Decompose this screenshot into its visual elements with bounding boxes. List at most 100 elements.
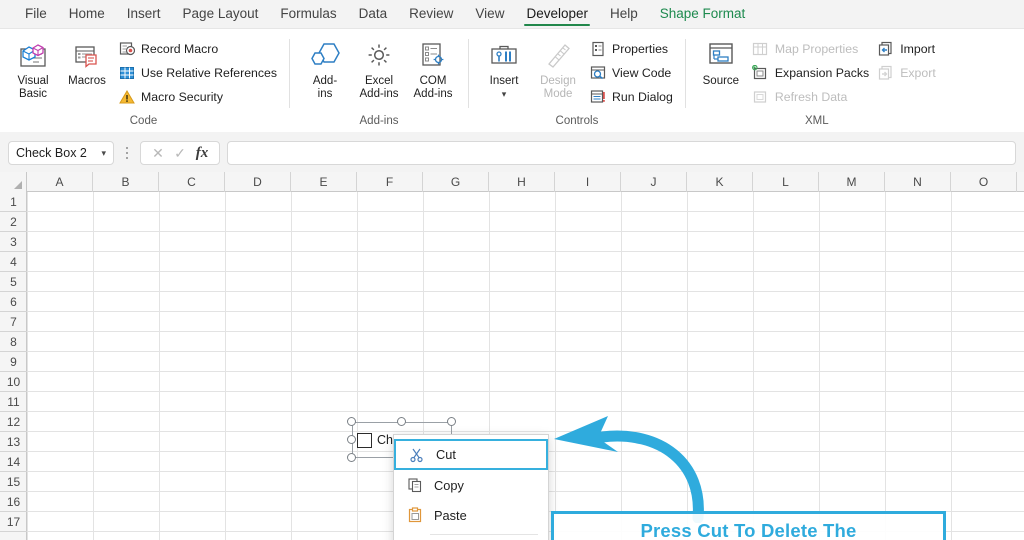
view-code-button[interactable]: View Code xyxy=(585,62,677,83)
row-header-15[interactable]: 15 xyxy=(0,472,27,492)
row-header-1[interactable]: 1 xyxy=(0,192,27,212)
row-header-10[interactable]: 10 xyxy=(0,372,27,392)
cancel-x-icon[interactable]: ✕ xyxy=(148,145,168,162)
tab-insert[interactable]: Insert xyxy=(116,1,172,27)
macros-button[interactable]: Macros xyxy=(60,36,114,88)
chevron-down-icon[interactable]: ▾ xyxy=(101,148,106,159)
column-header-I[interactable]: I xyxy=(555,172,621,192)
tab-formulas[interactable]: Formulas xyxy=(269,1,347,27)
export-button[interactable]: Export xyxy=(873,62,940,83)
chevron-down-icon[interactable]: ▾ xyxy=(502,89,507,99)
excel-add-ins-button[interactable]: Excel Add-ins xyxy=(352,36,406,101)
column-header-L[interactable]: L xyxy=(753,172,819,192)
selection-handle-3[interactable] xyxy=(347,435,356,444)
selection-handle-4[interactable] xyxy=(347,453,356,462)
row-header-12[interactable]: 12 xyxy=(0,412,27,432)
column-header-K[interactable]: K xyxy=(687,172,753,192)
tab-file[interactable]: File xyxy=(14,1,58,27)
formula-bar-options-button[interactable] xyxy=(118,146,136,160)
name-box[interactable]: Check Box 2 ▾ xyxy=(8,141,114,165)
com-add-ins-label: COM Add-ins xyxy=(413,75,453,100)
selection-handle-0[interactable] xyxy=(347,417,356,426)
tab-developer[interactable]: Developer xyxy=(515,1,599,27)
insert-control-icon xyxy=(488,39,520,73)
checkbox-box-icon[interactable] xyxy=(357,432,372,448)
row-header-column: 1 2 3 4 5 6 7 8 9 10 11 12 13 14 15 16 17 xyxy=(0,192,27,540)
tab-help[interactable]: Help xyxy=(599,1,649,27)
row-header-6[interactable]: 6 xyxy=(0,292,27,312)
row-header-5[interactable]: 5 xyxy=(0,272,27,292)
design-mode-button[interactable]: Design Mode xyxy=(531,36,585,101)
column-header-row: ABCDEFGHIJKLMNO xyxy=(0,172,1024,192)
grid-row-line xyxy=(27,211,1024,212)
use-relative-references-button[interactable]: Use Relative References xyxy=(114,62,281,83)
row-header-14[interactable]: 14 xyxy=(0,452,27,472)
context-menu-item-cut[interactable]: Cut xyxy=(394,439,548,470)
column-header-C[interactable]: C xyxy=(159,172,225,192)
expansion-packs-button[interactable]: Expansion Packs xyxy=(748,62,873,83)
run-dialog-button[interactable]: Run Dialog xyxy=(585,86,677,107)
expansion-packs-label: Expansion Packs xyxy=(774,65,870,80)
add-ins-icon xyxy=(309,39,341,73)
row-header-13[interactable]: 13 xyxy=(0,432,27,452)
ribbon-group-xml: Source Map Properties Expansion Packs Re… xyxy=(688,29,946,133)
row-header-3[interactable]: 3 xyxy=(0,232,27,252)
annotation-callout: Press Cut To Delete The Checkbox xyxy=(551,511,946,540)
row-header-11[interactable]: 11 xyxy=(0,392,27,412)
tab-shape-format[interactable]: Shape Format xyxy=(649,1,757,27)
map-properties-button[interactable]: Map Properties xyxy=(748,38,873,59)
refresh-data-icon xyxy=(752,88,769,105)
com-add-ins-button[interactable]: COM Add-ins xyxy=(406,36,460,101)
fx-icon[interactable]: fx xyxy=(192,145,212,162)
row-header-7[interactable]: 7 xyxy=(0,312,27,332)
row-header-9[interactable]: 9 xyxy=(0,352,27,372)
context-menu-item-paste[interactable]: Paste xyxy=(394,500,548,530)
tab-page-layout[interactable]: Page Layout xyxy=(172,1,270,27)
formula-input[interactable] xyxy=(227,141,1016,165)
column-header-B[interactable]: B xyxy=(93,172,159,192)
row-header-8[interactable]: 8 xyxy=(0,332,27,352)
row-header-17[interactable]: 17 xyxy=(0,512,27,532)
add-ins-button[interactable]: Add- ins xyxy=(298,36,352,101)
refresh-data-button[interactable]: Refresh Data xyxy=(748,86,873,107)
context-menu-item-copy[interactable]: Copy xyxy=(394,470,548,500)
xml-source-button[interactable]: Source xyxy=(694,36,748,88)
insert-control-label: Insert ▾ xyxy=(489,75,519,99)
column-header-M[interactable]: M xyxy=(819,172,885,192)
xml-source-label: Source xyxy=(702,75,740,87)
row-header-2[interactable]: 2 xyxy=(0,212,27,232)
tab-view[interactable]: View xyxy=(464,1,515,27)
tab-data[interactable]: Data xyxy=(348,1,399,27)
column-header-E[interactable]: E xyxy=(291,172,357,192)
column-header-A[interactable]: A xyxy=(27,172,93,192)
design-mode-label: Design Mode xyxy=(540,75,576,100)
ribbon-group-code: Visual Basic Macros Record Macro Use Rel… xyxy=(0,29,287,133)
selection-handle-2[interactable] xyxy=(447,417,456,426)
properties-button[interactable]: Properties xyxy=(585,38,677,59)
column-header-J[interactable]: J xyxy=(621,172,687,192)
column-header-D[interactable]: D xyxy=(225,172,291,192)
grid-row-line xyxy=(27,391,1024,392)
select-all-corner[interactable] xyxy=(0,172,27,192)
tab-home[interactable]: Home xyxy=(58,1,116,27)
annotation-line-1: Press Cut To Delete The xyxy=(640,520,857,540)
row-header-16[interactable]: 16 xyxy=(0,492,27,512)
column-header-F[interactable]: F xyxy=(357,172,423,192)
visual-basic-button[interactable]: Visual Basic xyxy=(6,36,60,101)
import-button[interactable]: Import xyxy=(873,38,940,59)
insert-control-button[interactable]: Insert ▾ xyxy=(477,36,531,101)
confirm-check-icon[interactable]: ✓ xyxy=(170,145,190,162)
grid-column-line xyxy=(753,192,754,540)
record-macro-button[interactable]: Record Macro xyxy=(114,38,281,59)
row-header-4[interactable]: 4 xyxy=(0,252,27,272)
refresh-data-label: Refresh Data xyxy=(774,89,848,104)
macro-security-button[interactable]: Macro Security xyxy=(114,86,281,107)
selection-handle-1[interactable] xyxy=(397,417,406,426)
column-header-G[interactable]: G xyxy=(423,172,489,192)
tab-review[interactable]: Review xyxy=(398,1,464,27)
column-header-N[interactable]: N xyxy=(885,172,951,192)
column-header-H[interactable]: H xyxy=(489,172,555,192)
run-dialog-label: Run Dialog xyxy=(612,89,673,104)
column-header-O[interactable]: O xyxy=(951,172,1017,192)
properties-label: Properties xyxy=(612,41,669,56)
